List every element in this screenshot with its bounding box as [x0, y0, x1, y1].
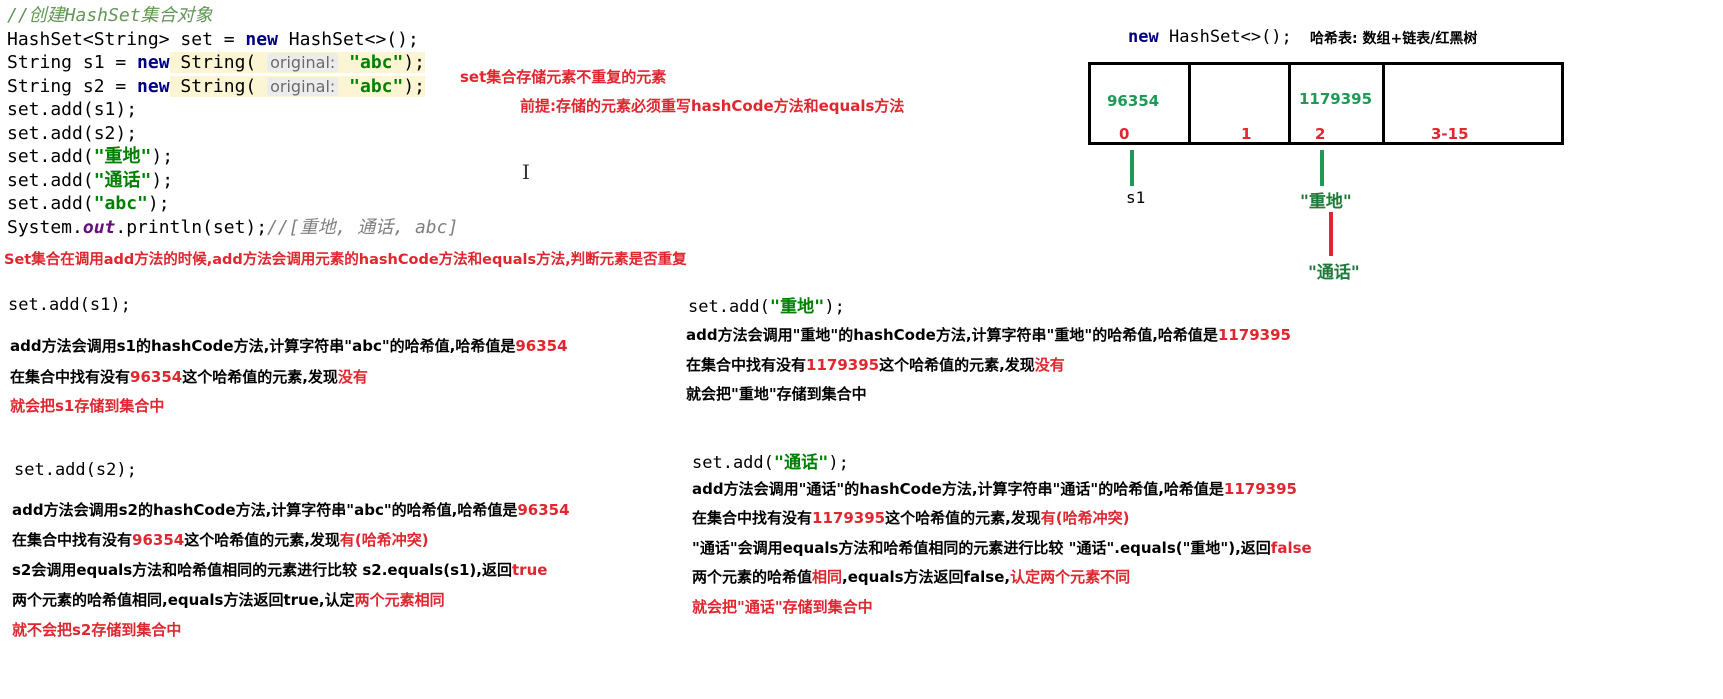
block-tonghua-code: set.add("通话");	[692, 453, 849, 473]
text-cursor-icon: I	[522, 160, 530, 184]
code-line-add-zhongdi: set.add("重地");	[7, 146, 174, 167]
bucket-index: 1	[1241, 125, 1252, 143]
block-s2-line3: s2会调用equals方法和哈希值相同的元素进行比较 s2.equals(s1)…	[12, 561, 548, 579]
block-zhongdi-line3: 就会把"重地"存储到集合中	[686, 385, 867, 403]
code-listing: //创建HashSet集合对象 HashSet<String> set = ne…	[7, 4, 458, 239]
node-s1: s1	[1126, 188, 1146, 207]
param-hint: original:	[267, 76, 339, 96]
set-note: Set集合在调用add方法的时候,add方法会调用元素的hashCode方法和e…	[4, 252, 687, 268]
bucket-0: 96354 0	[1091, 65, 1191, 143]
code-line-add-s2: set.add(s2);	[7, 122, 138, 144]
bucket-index: 0	[1119, 125, 1130, 143]
block-s2-line4: 两个元素的哈希值相同,equals方法返回true,认定两个元素相同	[12, 591, 445, 609]
param-hint: original:	[267, 53, 339, 72]
block-s1-code: set.add(s1);	[8, 295, 131, 315]
diagram-label: 哈希表: 数组+链表/红黑树	[1310, 31, 1478, 47]
link-line-s1	[1130, 150, 1134, 186]
code-comment: //创建HashSet集合对象	[7, 5, 213, 26]
note-premise: 前提:存储的元素必须重写hashCode方法和equals方法	[520, 97, 905, 115]
block-tonghua-line5: 就会把"通话"存储到集合中	[692, 598, 873, 616]
code-line-s1: String s1 = new String( original: "abc")…	[7, 52, 426, 73]
code-line-println: System.out.println(set);//[重地, 通话, abc]	[7, 216, 459, 238]
code-line-hashset: HashSet<String> set = new HashSet<>();	[7, 28, 419, 50]
code-line-add-abc: set.add("abc");	[7, 193, 170, 214]
block-zhongdi-line1: add方法会调用"重地"的hashCode方法,计算字符串"重地"的哈希值,哈希…	[686, 326, 1291, 344]
hash-table-array: 96354 0 1 1179395 2 3-15	[1088, 62, 1564, 145]
code-line-s2: String s2 = new String( original: "abc")…	[7, 75, 426, 97]
link-line-zhongdi	[1320, 150, 1324, 186]
block-s1-line3: 就会把s1存储到集合中	[10, 397, 165, 415]
bucket-1: 1	[1191, 65, 1291, 143]
code-line-add-tonghua: set.add("通话");	[7, 169, 174, 191]
block-zhongdi-line2: 在集合中找有没有1179395这个哈希值的元素,发现没有	[686, 356, 1065, 374]
block-tonghua-line1: add方法会调用"通话"的hashCode方法,计算字符串"通话"的哈希值,哈希…	[692, 480, 1297, 498]
bucket-2: 1179395 2	[1291, 65, 1385, 143]
node-tonghua: "通话"	[1308, 263, 1360, 283]
diagram-code: new HashSet<>();	[1128, 27, 1292, 47]
bucket-index: 2	[1315, 125, 1326, 143]
block-tonghua-line4: 两个元素的哈希值相同,equals方法返回false,认定两个元素不同	[692, 568, 1131, 586]
block-zhongdi-code: set.add("重地");	[688, 297, 845, 317]
code-line-add-s1: set.add(s1);	[7, 99, 138, 120]
bucket-index: 3-15	[1431, 125, 1469, 143]
bucket-3-15: 3-15	[1385, 65, 1567, 143]
block-s2-code: set.add(s2);	[14, 460, 137, 480]
block-s2-line2: 在集合中找有没有96354这个哈希值的元素,发现有(哈希冲突)	[12, 531, 429, 549]
block-s1-line2: 在集合中找有没有96354这个哈希值的元素,发现没有	[10, 368, 368, 386]
block-s2-line1: add方法会调用s2的hashCode方法,计算字符串"abc"的哈希值,哈希值…	[12, 501, 570, 519]
block-tonghua-line2: 在集合中找有没有1179395这个哈希值的元素,发现有(哈希冲突)	[692, 509, 1130, 527]
block-tonghua-line3: "通话"会调用equals方法和哈希值相同的元素进行比较 "通话".equals…	[692, 539, 1312, 557]
link-line-tonghua	[1329, 212, 1333, 256]
block-s1-line1: add方法会调用s1的hashCode方法,计算字符串"abc"的哈希值,哈希值…	[10, 337, 568, 355]
bucket-value: 1179395	[1299, 90, 1373, 108]
block-s2-line5: 就不会把s2存储到集合中	[12, 621, 182, 639]
note-title: set集合存储元素不重复的元素	[460, 68, 667, 86]
bucket-value: 96354	[1107, 92, 1160, 110]
node-zhongdi: "重地"	[1300, 192, 1352, 212]
